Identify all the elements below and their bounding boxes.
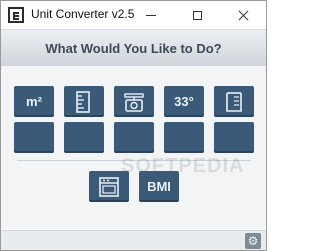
page-title: What Would You Like to Do? [45, 40, 222, 56]
length-converter-button[interactable] [64, 86, 104, 117]
bmi-label: BMI [147, 179, 171, 194]
maximize-icon [192, 10, 202, 20]
converter-button-blank-2[interactable] [64, 122, 104, 153]
ruler-icon [76, 90, 90, 113]
app-logo-icon [8, 7, 24, 23]
app-window: Unit Converter v2.5 What Would You Like … [0, 0, 267, 251]
bmi-calculator-button[interactable]: BMI [139, 171, 179, 202]
minimize-button[interactable] [128, 1, 174, 29]
weight-converter-button[interactable] [114, 86, 154, 117]
minimize-icon [146, 14, 156, 16]
oven-icon [99, 176, 119, 197]
close-icon [238, 10, 249, 21]
temperature-label: 33° [174, 94, 194, 109]
converter-button-blank-1[interactable] [14, 122, 54, 153]
window-title: Unit Converter v2.5 [31, 7, 135, 21]
converter-button-blank-3[interactable] [114, 122, 154, 153]
close-button[interactable] [220, 1, 266, 29]
converter-grid: m² 33° SOFTPEDIA BMI [1, 66, 266, 229]
converter-button-blank-5[interactable] [214, 122, 254, 153]
beaker-icon [226, 91, 242, 112]
scale-icon [124, 92, 144, 112]
volume-converter-button[interactable] [214, 86, 254, 117]
converter-button-blank-4[interactable] [164, 122, 204, 153]
settings-button[interactable]: ⚙ [245, 233, 261, 249]
area-converter-button[interactable]: m² [14, 86, 54, 117]
status-bar: ⚙ [1, 230, 266, 250]
gear-icon: ⚙ [247, 234, 259, 248]
title-bar[interactable]: Unit Converter v2.5 [1, 1, 266, 29]
cooking-converter-button[interactable] [89, 171, 129, 202]
maximize-button[interactable] [174, 1, 220, 29]
area-label: m² [26, 94, 42, 109]
temperature-converter-button[interactable]: 33° [164, 86, 204, 117]
page-header: What Would You Like to Do? [1, 29, 266, 67]
